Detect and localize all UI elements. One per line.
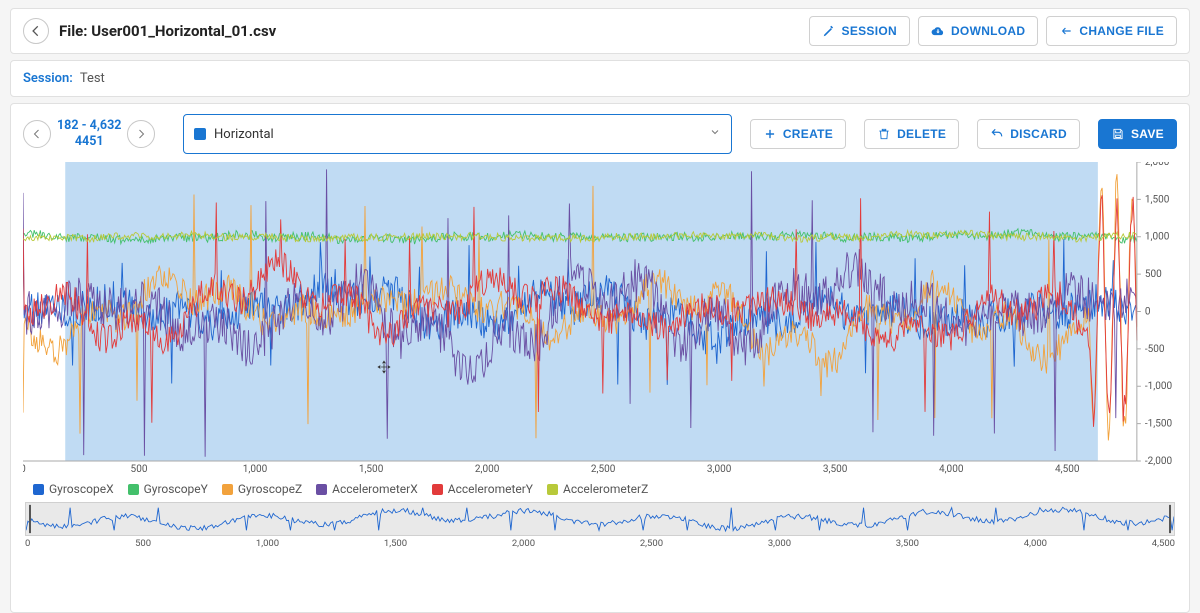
next-segment-button[interactable]	[127, 120, 155, 148]
main-panel: 182 - 4,632 4451 Horizontal Create Delet…	[10, 103, 1190, 613]
legend-item[interactable]: GyroscopeY	[128, 482, 208, 496]
legend-label: GyroscopeX	[49, 482, 114, 496]
segment-label: Horizontal	[214, 127, 274, 142]
overview-tick: 4,500	[1152, 538, 1175, 549]
session-button[interactable]: Session	[809, 16, 910, 46]
save-icon	[1111, 127, 1125, 141]
svg-text:-1,000: -1,000	[1145, 381, 1173, 392]
legend-swatch	[128, 484, 139, 495]
svg-text:500: 500	[1145, 269, 1162, 280]
svg-text:-1,500: -1,500	[1145, 419, 1173, 430]
svg-text:-500: -500	[1145, 344, 1165, 355]
chevron-down-icon	[709, 126, 721, 142]
change-file-button-label: Change File	[1079, 24, 1164, 38]
arrow-left-icon	[31, 128, 43, 140]
legend-label: GyroscopeY	[144, 482, 208, 496]
delete-button[interactable]: Delete	[864, 119, 959, 149]
legend-item[interactable]: GyroscopeZ	[222, 482, 302, 496]
back-button[interactable]	[23, 18, 49, 44]
segment-select[interactable]: Horizontal	[183, 114, 732, 154]
svg-text:3,000: 3,000	[707, 464, 732, 474]
overview-tick: 4,000	[1024, 538, 1047, 549]
main-chart[interactable]: 2,000 1,500 1,000 500 0 -500 -1,000 -1,500 -2,00…	[23, 162, 1177, 474]
segment-color-swatch	[194, 128, 206, 140]
download-button[interactable]: Download	[918, 16, 1038, 46]
legend-label: AccelerometerZ	[563, 482, 648, 496]
cloud-download-icon	[931, 24, 945, 38]
undo-icon	[990, 127, 1004, 141]
overview-chart[interactable]	[25, 502, 1175, 536]
overview-tick: 3,500	[896, 538, 919, 549]
overview-tick: 3,000	[768, 538, 791, 549]
svg-text:0: 0	[1145, 307, 1151, 318]
overview-tick: 500	[135, 538, 151, 549]
overview-tick: 0	[25, 538, 30, 549]
overview-tick: 1,500	[384, 538, 407, 549]
trash-icon	[877, 127, 891, 141]
save-button[interactable]: Save	[1098, 119, 1177, 149]
toolbar: 182 - 4,632 4451 Horizontal Create Delet…	[23, 114, 1177, 154]
legend-swatch	[432, 484, 443, 495]
svg-text:4,000: 4,000	[939, 464, 964, 474]
legend-label: AccelerometerX	[332, 482, 418, 496]
legend-item[interactable]: AccelerometerZ	[547, 482, 648, 496]
svg-text:0: 0	[23, 464, 26, 474]
change-file-button[interactable]: Change File	[1046, 16, 1177, 46]
plus-icon	[763, 127, 777, 141]
svg-text:-2,000: -2,000	[1145, 456, 1173, 467]
range-nav: 182 - 4,632 4451	[23, 118, 173, 149]
download-button-label: Download	[951, 24, 1025, 38]
file-title: File: User001_Horizontal_01.csv	[59, 22, 276, 40]
overview-ticks: 0 500 1,000 1,500 2,000 2,500 3,000 3,500 4,000 4…	[23, 536, 1177, 549]
legend-label: AccelerometerY	[448, 482, 533, 496]
arrow-left-icon	[29, 24, 43, 38]
svg-text:3,500: 3,500	[823, 464, 848, 474]
prev-segment-button[interactable]	[23, 120, 51, 148]
range-text: 182 - 4,632 4451	[55, 118, 123, 149]
svg-text:2,500: 2,500	[591, 464, 616, 474]
legend-swatch	[547, 484, 558, 495]
header-bar: File: User001_Horizontal_01.csv Session …	[10, 8, 1190, 54]
overview-tick: 1,000	[256, 538, 279, 549]
legend-swatch	[222, 484, 233, 495]
save-button-label: Save	[1131, 127, 1164, 141]
svg-text:2,000: 2,000	[1145, 162, 1170, 168]
legend-label: GyroscopeZ	[238, 482, 302, 496]
session-row: Session: Test	[10, 60, 1190, 97]
session-label: Session:	[23, 71, 73, 86]
arrow-left-icon	[1059, 24, 1073, 38]
svg-text:1,500: 1,500	[1145, 194, 1170, 205]
delete-button-label: Delete	[897, 127, 946, 141]
file-name: User001_Horizontal_01.csv	[91, 22, 276, 40]
file-label-prefix: File:	[59, 22, 91, 40]
legend-item[interactable]: AccelerometerY	[432, 482, 533, 496]
svg-text:2,000: 2,000	[475, 464, 500, 474]
discard-button-label: Discard	[1010, 127, 1067, 141]
svg-text:4,500: 4,500	[1055, 464, 1080, 474]
session-value: Test	[80, 71, 105, 86]
create-button[interactable]: Create	[750, 119, 846, 149]
overview-handle-left[interactable]	[29, 505, 31, 533]
session-button-label: Session	[842, 24, 897, 38]
range-end: 4,632	[90, 118, 122, 133]
svg-text:1,000: 1,000	[243, 464, 268, 474]
overview-handle-right[interactable]	[1169, 505, 1171, 533]
legend: GyroscopeX GyroscopeY GyroscopeZ Accelerome…	[33, 482, 1177, 496]
svg-text:1,500: 1,500	[359, 464, 384, 474]
legend-swatch	[316, 484, 327, 495]
discard-button[interactable]: Discard	[977, 119, 1080, 149]
svg-text:500: 500	[131, 464, 148, 474]
create-button-label: Create	[783, 127, 833, 141]
overview-tick: 2,500	[640, 538, 663, 549]
range-span: 4451	[75, 134, 104, 149]
pencil-icon	[822, 24, 836, 38]
range-start: 182	[57, 118, 79, 133]
arrow-right-icon	[135, 128, 147, 140]
svg-text:1,000: 1,000	[1145, 232, 1170, 243]
overview-tick: 2,000	[512, 538, 535, 549]
legend-item[interactable]: GyroscopeX	[33, 482, 114, 496]
legend-swatch	[33, 484, 44, 495]
legend-item[interactable]: AccelerometerX	[316, 482, 418, 496]
